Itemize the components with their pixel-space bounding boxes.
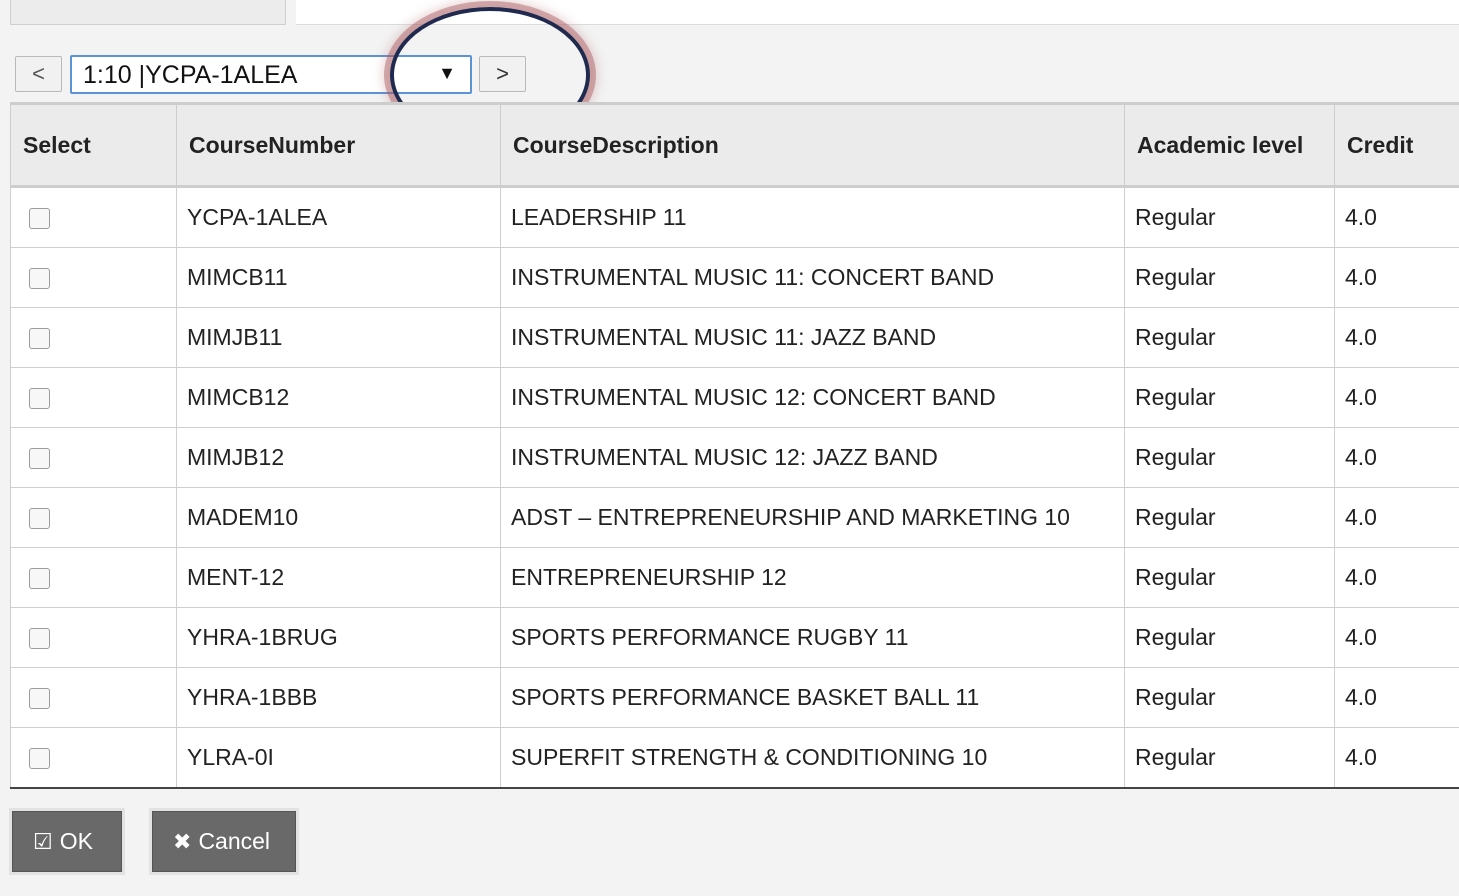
select-cell	[10, 607, 177, 668]
credit-cell: 4.0	[1334, 667, 1459, 728]
table-row[interactable]: MADEM10 ADST – ENTREPRENEURSHIP AND MARKE…	[10, 487, 1459, 548]
next-page-button[interactable]: >	[479, 56, 526, 92]
course-number-cell: MENT-12	[176, 547, 501, 608]
credit-cell: 4.0	[1334, 547, 1459, 608]
column-header-credit[interactable]: Credit	[1334, 102, 1459, 188]
course-description-cell: ENTREPRENEURSHIP 12	[500, 547, 1125, 608]
course-number-cell: MIMCB12	[176, 367, 501, 428]
select-cell	[10, 547, 177, 608]
row-select-checkbox[interactable]	[29, 448, 50, 470]
table-row[interactable]: MIMJB12 INSTRUMENTAL MUSIC 12: JAZZ BAND R…	[10, 427, 1459, 488]
column-header-course-description[interactable]: CourseDescription	[500, 102, 1125, 188]
credit-cell: 4.0	[1334, 487, 1459, 548]
ok-button[interactable]: ☑ OK	[12, 811, 122, 872]
academic-level-cell: Regular	[1124, 547, 1335, 608]
credit-cell: 4.0	[1334, 727, 1459, 789]
course-number-cell: MIMJB11	[176, 307, 501, 368]
credit-cell: 4.0	[1334, 186, 1459, 248]
table-row[interactable]: MIMJB11 INSTRUMENTAL MUSIC 11: JAZZ BAND R…	[10, 307, 1459, 368]
column-header-course-number[interactable]: CourseNumber	[176, 102, 501, 188]
ok-label: OK	[59, 828, 93, 854]
top-strip	[296, 0, 1459, 25]
select-cell	[10, 367, 177, 428]
course-description-cell: ADST – ENTREPRENEURSHIP AND MARKETING 10	[500, 487, 1125, 548]
previous-page-button[interactable]: <	[15, 56, 62, 92]
row-select-checkbox[interactable]	[29, 508, 50, 530]
table-row[interactable]: YHRA-1BRUG SPORTS PERFORMANCE RUGBY 11 Reg…	[10, 607, 1459, 668]
column-header-academic-level[interactable]: Academic level	[1124, 102, 1335, 188]
course-number-cell: MIMCB11	[176, 247, 501, 308]
credit-cell: 4.0	[1334, 307, 1459, 368]
table-header-row: Select CourseNumber CourseDescription Ac…	[10, 102, 1459, 188]
academic-level-cell: Regular	[1124, 487, 1335, 548]
table-row[interactable]: MIMCB11 INSTRUMENTAL MUSIC 11: CONCERT BA…	[10, 247, 1459, 308]
row-select-checkbox[interactable]	[29, 208, 50, 230]
table-row[interactable]: MENT-12 ENTREPRENEURSHIP 12 Regular 4.0	[10, 547, 1459, 608]
page-select[interactable]: 1:10 |YCPA-1ALEA ▼	[70, 55, 472, 94]
academic-level-cell: Regular	[1124, 186, 1335, 248]
course-description-cell: SUPERFIT STRENGTH & CONDITIONING 10	[500, 727, 1125, 789]
course-number-cell: YCPA-1ALEA	[176, 186, 501, 248]
table-row[interactable]: MIMCB12 INSTRUMENTAL MUSIC 12: CONCERT BA…	[10, 367, 1459, 428]
academic-level-cell: Regular	[1124, 247, 1335, 308]
course-description-cell: INSTRUMENTAL MUSIC 12: CONCERT BAND	[500, 367, 1125, 428]
table-row[interactable]: YLRA-0I SUPERFIT STRENGTH & CONDITIONING …	[10, 727, 1459, 789]
academic-level-cell: Regular	[1124, 727, 1335, 789]
checkbox-checked-icon: ☑	[33, 829, 53, 854]
course-description-cell: SPORTS PERFORMANCE BASKET BALL 11	[500, 667, 1125, 728]
row-select-checkbox[interactable]	[29, 628, 50, 650]
course-description-cell: SPORTS PERFORMANCE RUGBY 11	[500, 607, 1125, 668]
row-select-checkbox[interactable]	[29, 328, 50, 350]
course-description-cell: LEADERSHIP 11	[500, 186, 1125, 248]
academic-level-cell: Regular	[1124, 667, 1335, 728]
course-description-cell: INSTRUMENTAL MUSIC 12: JAZZ BAND	[500, 427, 1125, 488]
credit-cell: 4.0	[1334, 607, 1459, 668]
row-select-checkbox[interactable]	[29, 268, 50, 290]
course-number-cell: MADEM10	[176, 487, 501, 548]
course-number-cell: YLRA-0I	[176, 727, 501, 789]
academic-level-cell: Regular	[1124, 367, 1335, 428]
select-cell	[10, 427, 177, 488]
course-table: Select CourseNumber CourseDescription Ac…	[10, 102, 1459, 789]
page-select-value: 1:10 |YCPA-1ALEA	[83, 61, 298, 89]
course-number-cell: YHRA-1BRUG	[176, 607, 501, 668]
academic-level-cell: Regular	[1124, 607, 1335, 668]
top-tab[interactable]	[10, 0, 286, 25]
select-cell	[10, 186, 177, 248]
select-cell	[10, 247, 177, 308]
row-select-checkbox[interactable]	[29, 388, 50, 410]
close-icon: ✖	[173, 829, 192, 854]
course-description-cell: INSTRUMENTAL MUSIC 11: JAZZ BAND	[500, 307, 1125, 368]
course-number-cell: MIMJB12	[176, 427, 501, 488]
row-select-checkbox[interactable]	[29, 748, 50, 770]
cancel-button[interactable]: ✖ Cancel	[152, 811, 296, 872]
row-select-checkbox[interactable]	[29, 568, 50, 590]
column-header-select[interactable]: Select	[10, 102, 177, 188]
cancel-label: Cancel	[198, 828, 271, 854]
academic-level-cell: Regular	[1124, 307, 1335, 368]
table-row[interactable]: YCPA-1ALEA LEADERSHIP 11 Regular 4.0	[10, 186, 1459, 248]
select-cell	[10, 727, 177, 789]
select-cell	[10, 487, 177, 548]
course-description-cell: INSTRUMENTAL MUSIC 11: CONCERT BAND	[500, 247, 1125, 308]
dropdown-caret-icon: ▼	[438, 63, 456, 83]
select-cell	[10, 667, 177, 728]
row-select-checkbox[interactable]	[29, 688, 50, 710]
credit-cell: 4.0	[1334, 247, 1459, 308]
credit-cell: 4.0	[1334, 367, 1459, 428]
course-number-cell: YHRA-1BBB	[176, 667, 501, 728]
table-row[interactable]: YHRA-1BBB SPORTS PERFORMANCE BASKET BALL …	[10, 667, 1459, 728]
academic-level-cell: Regular	[1124, 427, 1335, 488]
credit-cell: 4.0	[1334, 427, 1459, 488]
select-cell	[10, 307, 177, 368]
